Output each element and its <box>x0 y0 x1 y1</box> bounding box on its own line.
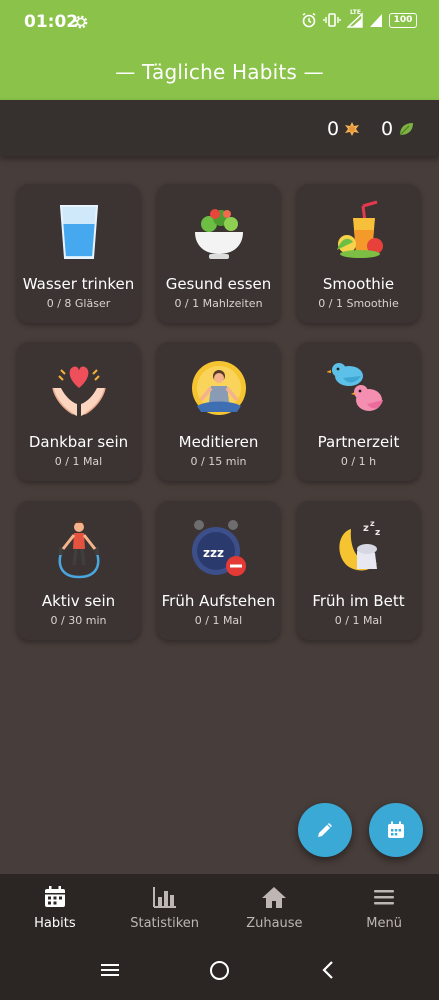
svg-text:zzz: zzz <box>203 546 224 560</box>
status-bar: 01:02 LTE 100 <box>0 0 439 44</box>
habit-name: Partnerzeit <box>317 433 400 451</box>
habit-progress: 0 / 8 Gläser <box>46 297 111 310</box>
habit-progress: 0 / 1 Mal <box>54 455 103 468</box>
vibrate-icon <box>323 13 341 27</box>
signal-icon: LTE <box>347 9 363 28</box>
habit-progress: 0 / 1 Mal <box>334 614 383 627</box>
habit-name: Meditieren <box>178 433 259 451</box>
habit-name: Dankbar sein <box>28 433 129 451</box>
system-nav-bar <box>0 942 439 1000</box>
nav-label: Zuhause <box>246 916 303 931</box>
reward-bar: 0 0 <box>0 100 439 156</box>
home-icon <box>262 887 287 908</box>
habit-card-partnerzeit[interactable]: Partnerzeit 0 / 1 h <box>297 342 420 481</box>
nav-statistiken[interactable]: Statistiken <box>110 874 220 942</box>
nav-habits[interactable]: Habits <box>0 874 110 942</box>
home-button-icon[interactable] <box>209 960 230 981</box>
alarm-clock-icon: zzz <box>191 520 246 576</box>
coin-icon <box>345 122 360 136</box>
signal-icon <box>370 14 382 27</box>
status-time: 01:02 <box>24 12 79 32</box>
app-header: 01:02 LTE 100 — Tägliche Habits — <box>0 0 439 100</box>
calendar-icon <box>388 821 404 838</box>
back-icon[interactable] <box>321 960 335 980</box>
sleep-moon-icon: z z z <box>338 519 380 571</box>
salad-icon <box>194 209 243 259</box>
nav-menue[interactable]: Menü <box>329 874 439 942</box>
habit-name: Früh Aufstehen <box>161 592 276 610</box>
heart-hands-icon <box>51 366 106 416</box>
habit-card-meditieren[interactable]: Meditieren 0 / 15 min <box>157 342 280 481</box>
recents-icon[interactable] <box>100 960 120 980</box>
leaf-counter: 0 <box>381 118 415 140</box>
habit-card-aktiv-sein[interactable]: Aktiv sein 0 / 30 min <box>17 501 140 640</box>
alarm-icon <box>302 12 316 28</box>
habit-progress: 0 / 1 Mahlzeiten <box>174 297 263 310</box>
svg-text:z: z <box>375 528 380 538</box>
leaf-icon <box>399 123 414 136</box>
smoothie-icon <box>336 200 383 258</box>
svg-text:z: z <box>370 519 375 528</box>
habit-card-frueh-aufstehen[interactable]: zzz Früh Aufstehen 0 / 1 Mal <box>157 501 280 640</box>
battery-icon: 100 <box>389 12 417 28</box>
pencil-icon <box>318 823 332 837</box>
meditation-icon <box>191 361 246 415</box>
nav-label: Menü <box>366 916 402 931</box>
habit-card-dankbar-sein[interactable]: Dankbar sein 0 / 1 Mal <box>17 342 140 481</box>
nav-label: Statistiken <box>130 916 200 931</box>
gear-icon <box>74 15 88 29</box>
habit-card-wasser-trinken[interactable]: Wasser trinken 0 / 8 Gläser <box>17 184 140 323</box>
habit-name: Gesund essen <box>165 275 272 293</box>
calendar-fab[interactable] <box>369 803 423 857</box>
habit-progress: 0 / 30 min <box>50 614 107 627</box>
nav-zuhause[interactable]: Zuhause <box>220 874 330 942</box>
habit-name: Früh im Bett <box>312 592 405 610</box>
habit-progress: 0 / 1 h <box>340 455 377 468</box>
habit-card-frueh-im-bett[interactable]: z z z Früh im Bett 0 / 1 Mal <box>297 501 420 640</box>
jump-rope-icon <box>58 520 99 579</box>
birds-icon <box>326 363 383 411</box>
habit-card-gesund-essen[interactable]: Gesund essen 0 / 1 Mahlzeiten <box>157 184 280 323</box>
page-title: — Tägliche Habits — <box>115 60 324 84</box>
habit-progress: 0 / 1 Smoothie <box>318 297 399 310</box>
calendar-icon <box>44 886 65 907</box>
bottom-nav: Habits Statistiken Zuhause Menü <box>0 874 439 942</box>
bar-chart-icon <box>152 887 176 908</box>
habit-progress: 0 / 1 Mal <box>194 614 243 627</box>
svg-text:z: z <box>363 523 369 534</box>
habit-name: Wasser trinken <box>22 275 135 293</box>
habit-name: Smoothie <box>322 275 395 293</box>
habit-name: Aktiv sein <box>41 592 116 610</box>
coin-counter: 0 <box>327 118 361 140</box>
menu-icon <box>374 890 395 905</box>
habit-card-smoothie[interactable]: Smoothie 0 / 1 Smoothie <box>297 184 420 323</box>
water-glass-icon <box>59 205 98 259</box>
system-icons: LTE 100 <box>301 9 417 28</box>
edit-fab[interactable] <box>298 803 352 857</box>
nav-label: Habits <box>34 916 76 931</box>
habit-progress: 0 / 15 min <box>190 455 247 468</box>
